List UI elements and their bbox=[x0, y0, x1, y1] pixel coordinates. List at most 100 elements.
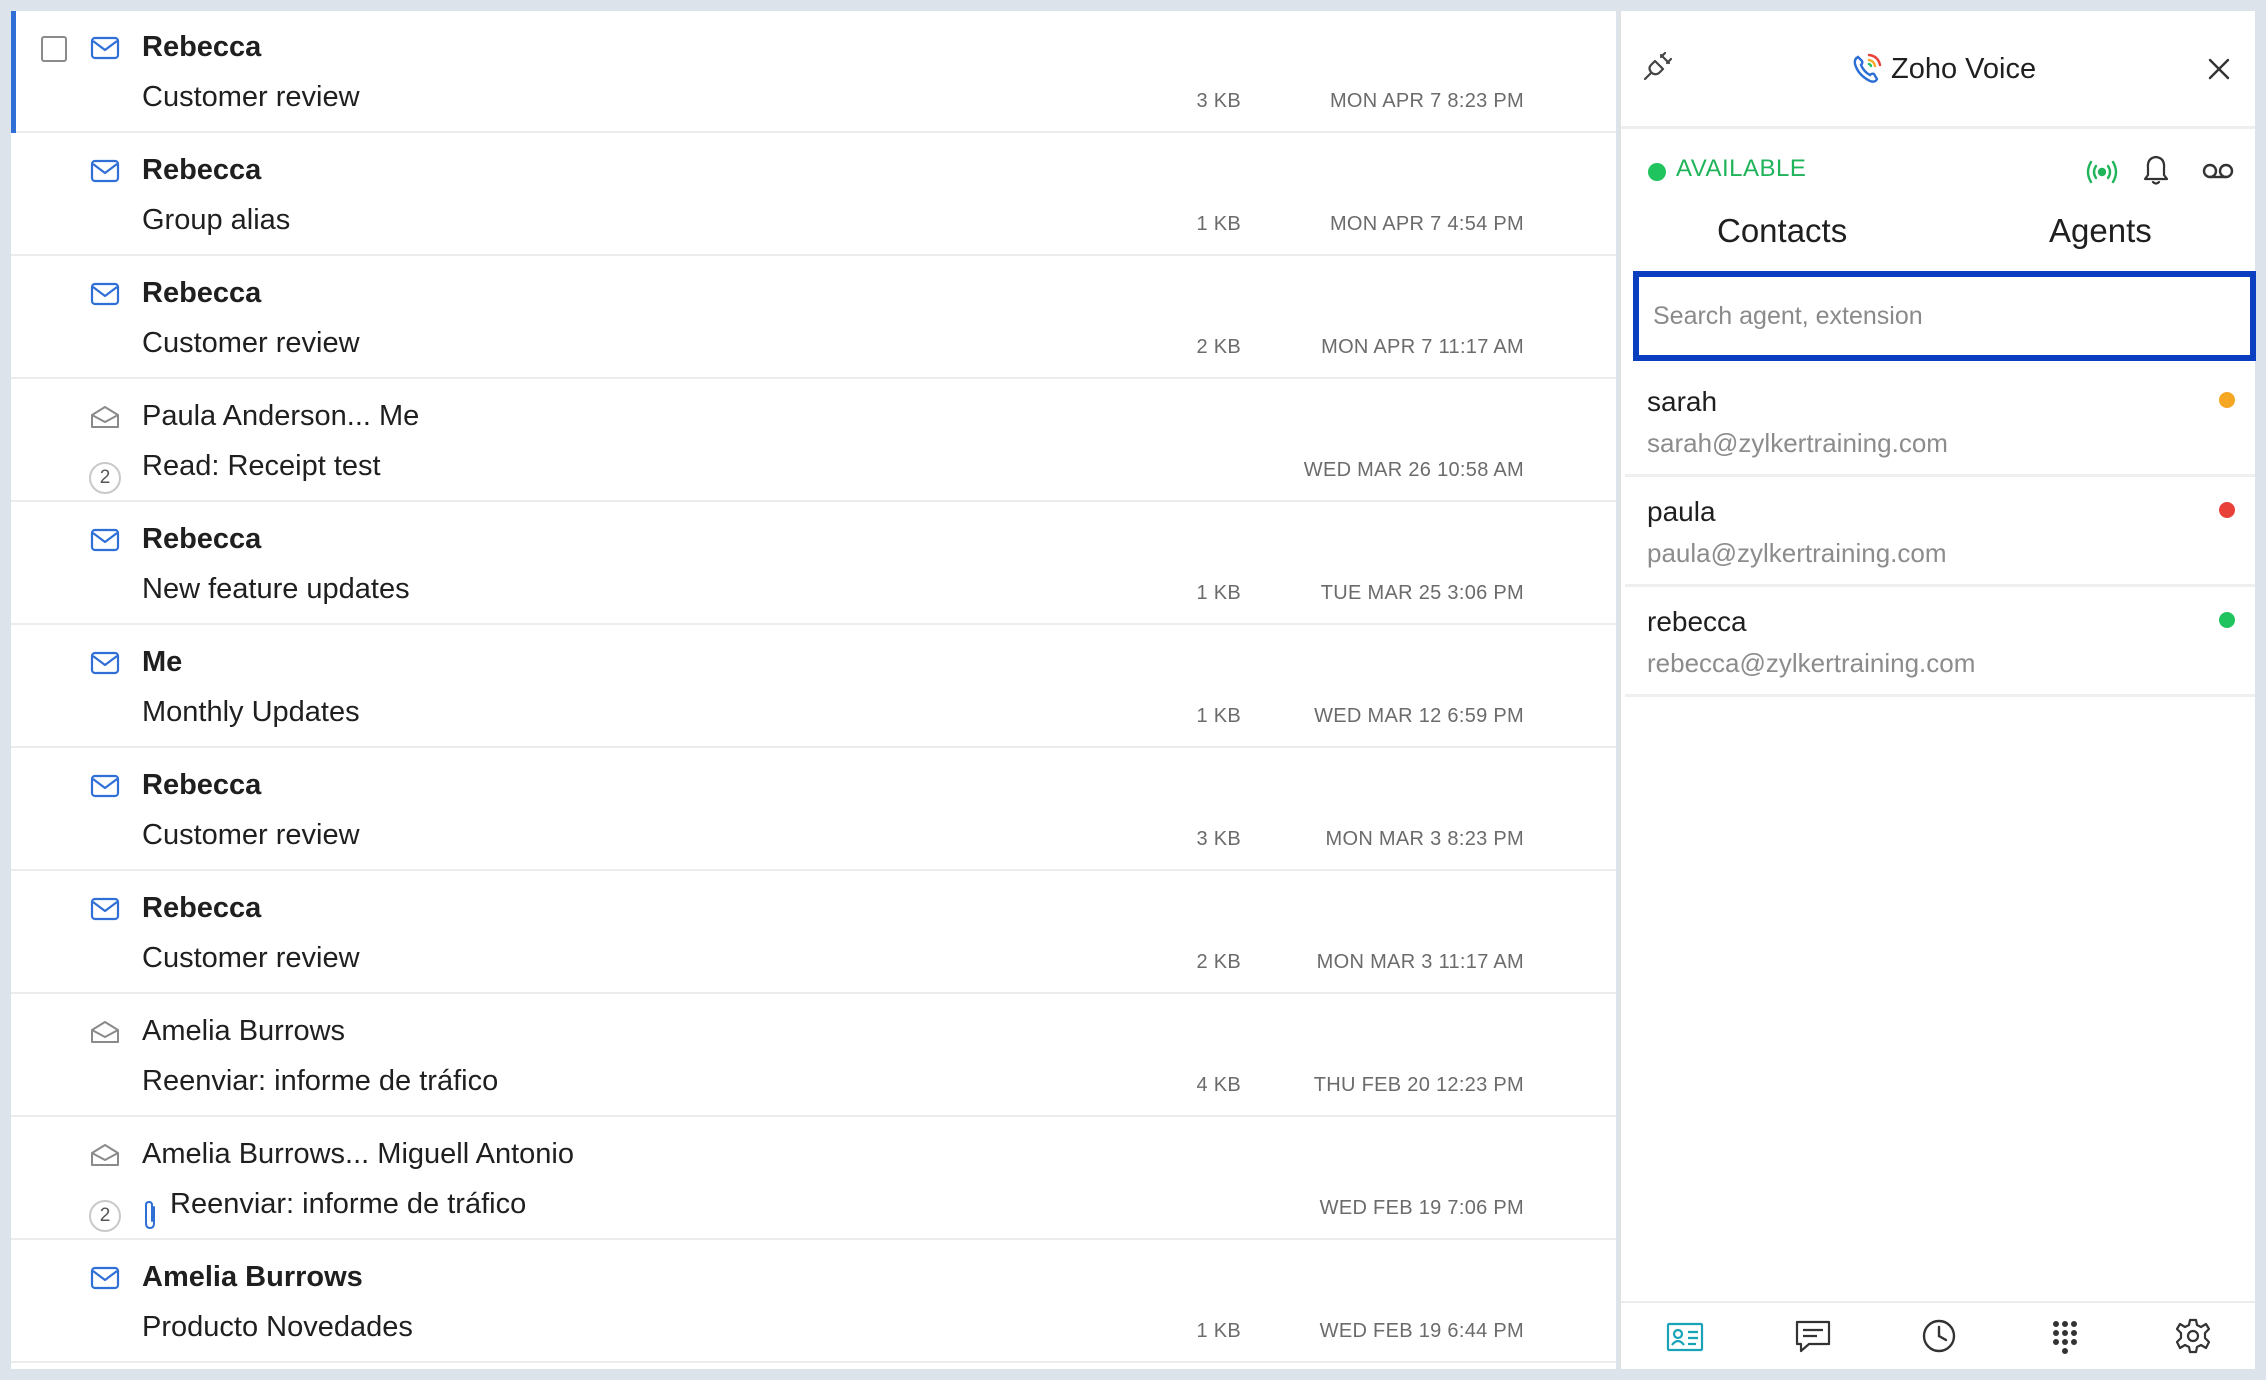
close-icon[interactable] bbox=[2205, 55, 2233, 83]
paperclip-icon bbox=[142, 1199, 160, 1231]
agent-email: sarah@zylkertraining.com bbox=[1647, 428, 1948, 458]
mail-subject: Monthly Updates bbox=[142, 696, 360, 728]
agent-status-dot bbox=[2219, 612, 2235, 628]
envelope-closed-icon[interactable] bbox=[90, 527, 120, 553]
mail-subject: Read: Receipt test bbox=[142, 450, 381, 482]
mail-sender: Rebecca bbox=[142, 769, 262, 801]
tab-contacts[interactable]: Contacts bbox=[1717, 211, 1847, 251]
mail-sender: Amelia Burrows... Miguell Antonio bbox=[142, 1138, 574, 1170]
mail-row[interactable]: Paula Anderson... Me 2 Read: Receipt test W… bbox=[11, 380, 1616, 502]
mail-date: TUE MAR 25 3:06 PM bbox=[1320, 582, 1524, 604]
mail-row[interactable]: Rebecca Customer review 2 KB MON MAR 3 11:1… bbox=[11, 872, 1616, 994]
panel-header: Zoho Voice bbox=[1621, 11, 2255, 129]
agent-email: rebecca@zylkertraining.com bbox=[1647, 648, 1976, 678]
thread-count-badge[interactable]: 2 bbox=[89, 462, 121, 494]
mail-sender: Paula Anderson... Me bbox=[142, 400, 420, 432]
mail-row[interactable]: Rebecca Group alias 1 KB MON APR 7 4:54 PM bbox=[11, 134, 1616, 256]
envelope-closed-icon[interactable] bbox=[90, 1265, 120, 1291]
mail-row[interactable]: Amelia Burrows Producto Novedades 1 KB WED … bbox=[11, 1241, 1616, 1363]
mail-subject: Customer review bbox=[142, 81, 360, 113]
mail-subject: Customer review bbox=[142, 327, 360, 359]
gear-icon[interactable] bbox=[2173, 1317, 2213, 1355]
envelope-closed-icon[interactable] bbox=[90, 158, 120, 184]
mail-subject: New feature updates bbox=[142, 573, 410, 605]
broadcast-signal-icon[interactable] bbox=[2085, 157, 2119, 187]
bottom-nav bbox=[1621, 1301, 2255, 1369]
mail-date: THU FEB 20 12:23 PM bbox=[1313, 1074, 1524, 1096]
search-box bbox=[1633, 271, 2256, 361]
agent-item[interactable]: sarah sarah@zylkertraining.com bbox=[1625, 367, 2255, 477]
mail-size: 1 KB bbox=[1196, 582, 1241, 604]
mail-row[interactable]: Rebecca New feature updates 1 KB TUE MAR 25… bbox=[11, 503, 1616, 625]
envelope-closed-icon[interactable] bbox=[90, 773, 120, 799]
agent-status-dot bbox=[2219, 392, 2235, 408]
agent-email: paula@zylkertraining.com bbox=[1647, 538, 1947, 568]
mail-subject: Customer review bbox=[142, 819, 360, 851]
mail-sender: Rebecca bbox=[142, 523, 262, 555]
mail-size: 3 KB bbox=[1196, 90, 1241, 112]
envelope-open-icon[interactable] bbox=[90, 1142, 120, 1168]
status-row: AVAILABLE bbox=[1621, 147, 2255, 197]
mail-size: 1 KB bbox=[1196, 213, 1241, 235]
envelope-open-icon[interactable] bbox=[90, 404, 120, 430]
mail-sender: Rebecca bbox=[142, 31, 262, 63]
mail-row[interactable]: Amelia Burrows Reenviar: informe de tráfi… bbox=[11, 995, 1616, 1117]
plug-icon[interactable] bbox=[1641, 49, 1675, 83]
mail-row[interactable]: Rebecca Customer review 2 KB MON APR 7 11:1… bbox=[11, 257, 1616, 379]
mail-sender: Rebecca bbox=[142, 277, 262, 309]
contacts-card-icon[interactable] bbox=[1665, 1317, 1705, 1355]
mail-sender: Me bbox=[142, 646, 183, 678]
mail-date: WED MAR 26 10:58 AM bbox=[1303, 459, 1524, 481]
agent-status-dot bbox=[2219, 502, 2235, 518]
tab-agents[interactable]: Agents bbox=[2049, 211, 2152, 251]
dialpad-icon[interactable] bbox=[2045, 1317, 2085, 1355]
envelope-open-icon[interactable] bbox=[90, 1019, 120, 1045]
mail-date: WED MAR 12 6:59 PM bbox=[1314, 705, 1524, 727]
mail-date: WED FEB 19 6:44 PM bbox=[1319, 1320, 1524, 1342]
mail-date: MON MAR 3 8:23 PM bbox=[1325, 828, 1524, 850]
status-dot bbox=[1648, 163, 1666, 181]
zoho-voice-phone-icon bbox=[1851, 51, 1883, 85]
mail-date: MON MAR 3 11:17 AM bbox=[1316, 951, 1524, 973]
panel-title: Zoho Voice bbox=[1891, 53, 2037, 85]
agent-item[interactable]: rebecca rebecca@zylkertraining.com bbox=[1625, 587, 2255, 697]
mail-date: MON APR 7 4:54 PM bbox=[1329, 213, 1524, 235]
mail-size: 1 KB bbox=[1196, 705, 1241, 727]
mail-sender: Amelia Burrows bbox=[142, 1015, 346, 1047]
mail-list: Rebecca Customer review 3 KB MON APR 7 8:23… bbox=[11, 11, 1616, 1369]
mail-sender: Rebecca bbox=[142, 892, 262, 924]
envelope-closed-icon[interactable] bbox=[90, 35, 120, 61]
envelope-closed-icon[interactable] bbox=[90, 650, 120, 676]
mail-subject: Customer review bbox=[142, 942, 360, 974]
mail-row[interactable]: Amelia Burrows... Miguell Antonio 2 Reenvi… bbox=[11, 1118, 1616, 1240]
agent-name: sarah bbox=[1647, 386, 1718, 417]
mail-size: 2 KB bbox=[1196, 336, 1241, 358]
mail-row[interactable]: Me Monthly Updates 1 KB WED MAR 12 6:59 PM bbox=[11, 626, 1616, 748]
mail-size: 2 KB bbox=[1196, 951, 1241, 973]
mail-size: 3 KB bbox=[1196, 828, 1241, 850]
mail-sender: Amelia Burrows bbox=[142, 1261, 363, 1293]
agent-name: paula bbox=[1647, 496, 1716, 527]
mail-row[interactable]: Rebecca Customer review 3 KB MON APR 7 8:23… bbox=[11, 11, 1616, 133]
agent-item[interactable]: paula paula@zylkertraining.com bbox=[1625, 477, 2255, 587]
search-input[interactable] bbox=[1643, 281, 2246, 351]
status-label[interactable]: AVAILABLE bbox=[1676, 155, 1806, 183]
voicemail-icon[interactable] bbox=[2201, 159, 2235, 183]
mail-size: 4 KB bbox=[1196, 1074, 1241, 1096]
mail-checkbox[interactable] bbox=[41, 36, 67, 62]
clock-icon[interactable] bbox=[1919, 1317, 1959, 1355]
envelope-closed-icon[interactable] bbox=[90, 896, 120, 922]
thread-count-badge[interactable]: 2 bbox=[89, 1200, 121, 1232]
envelope-closed-icon[interactable] bbox=[90, 281, 120, 307]
mail-date: WED FEB 19 7:06 PM bbox=[1319, 1197, 1524, 1219]
mail-date: MON APR 7 11:17 AM bbox=[1321, 336, 1524, 358]
bell-icon[interactable] bbox=[2141, 153, 2171, 187]
zoho-voice-panel: Zoho Voice AVAILABLE Contacts Agents Sea… bbox=[1619, 11, 2256, 1369]
agent-name: rebecca bbox=[1647, 606, 1747, 637]
mail-row[interactable]: Rebecca Customer review 3 KB MON MAR 3 8:23… bbox=[11, 749, 1616, 871]
mail-subject: Group alias bbox=[142, 204, 291, 236]
mail-sender: Rebecca bbox=[142, 154, 262, 186]
mail-size: 1 KB bbox=[1196, 1320, 1241, 1342]
mail-subject: Producto Novedades bbox=[142, 1311, 413, 1343]
chat-icon[interactable] bbox=[1793, 1317, 1833, 1355]
